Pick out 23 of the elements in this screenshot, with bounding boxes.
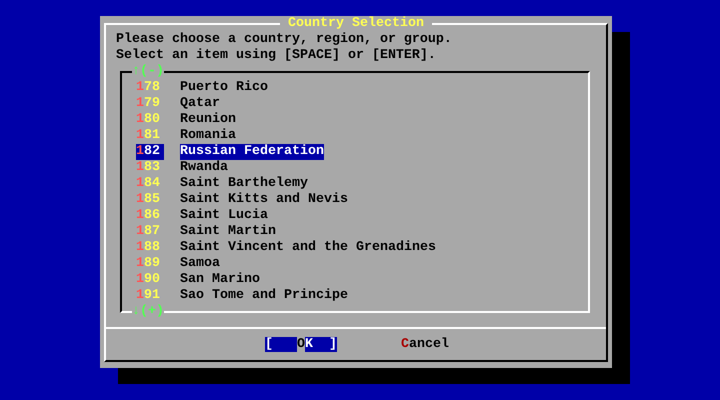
list-item[interactable]: Russian Federation bbox=[180, 144, 324, 160]
list-item[interactable]: Qatar bbox=[180, 96, 220, 112]
item-number[interactable]: 182 bbox=[136, 144, 164, 160]
prompt-text: Select an item using [SPACE] or [ENTER]. bbox=[116, 48, 437, 64]
list-item[interactable]: Rwanda bbox=[180, 160, 228, 176]
list-item[interactable]: Romania bbox=[180, 128, 236, 144]
frame-border bbox=[120, 71, 132, 80]
ok-button[interactable]: [ OK ] bbox=[265, 337, 337, 353]
cancel-button[interactable]: Cancel bbox=[401, 337, 449, 353]
list-item[interactable]: Saint Kitts and Nevis bbox=[180, 192, 348, 208]
list-item[interactable]: Saint Lucia bbox=[180, 208, 268, 224]
list-item[interactable]: Puerto Rico bbox=[180, 80, 268, 96]
prompt-text: Please choose a country, region, or group. bbox=[116, 32, 453, 48]
list-item[interactable]: Samoa bbox=[180, 256, 220, 272]
list-item[interactable]: Saint Barthelemy bbox=[180, 176, 308, 192]
list-item[interactable]: San Marino bbox=[180, 272, 260, 288]
list-item[interactable]: Sao Tome and Principe bbox=[180, 288, 348, 304]
scroll-up-indicator: ↑(-) bbox=[132, 64, 164, 80]
list-item[interactable]: Reunion bbox=[180, 112, 236, 128]
dialog-title: Country Selection bbox=[287, 16, 425, 32]
list-item[interactable]: Saint Martin bbox=[180, 224, 276, 240]
scroll-down-indicator: ↓(+) bbox=[132, 304, 164, 320]
list-item[interactable]: Saint Vincent and the Grenadines bbox=[180, 240, 436, 256]
